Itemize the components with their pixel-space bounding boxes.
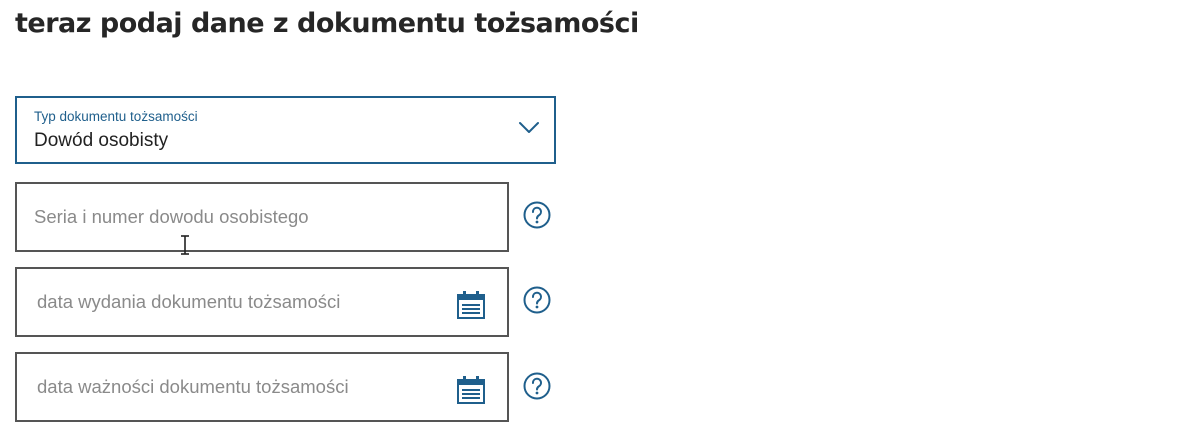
help-circle-icon[interactable] (522, 371, 552, 401)
expiry-date-input[interactable] (17, 354, 507, 420)
calendar-icon[interactable] (455, 290, 487, 320)
document-type-select[interactable]: Typ dokumentu tożsamości Dowód osobisty (15, 96, 556, 164)
calendar-icon[interactable] (455, 375, 487, 405)
help-circle-icon[interactable] (522, 285, 552, 315)
document-type-label: Typ dokumentu tożsamości (34, 109, 198, 124)
issue-date-input[interactable] (17, 269, 507, 335)
help-circle-icon[interactable] (522, 200, 552, 230)
id-number-input[interactable] (17, 184, 507, 250)
page-title: teraz podaj dane z dokumentu tożsamości (15, 8, 639, 39)
chevron-down-icon[interactable] (517, 120, 541, 136)
document-type-value: Dowód osobisty (34, 130, 169, 151)
expiry-date-field (15, 352, 509, 422)
text-cursor-icon (181, 235, 189, 255)
id-number-field (15, 182, 509, 252)
issue-date-field (15, 267, 509, 337)
